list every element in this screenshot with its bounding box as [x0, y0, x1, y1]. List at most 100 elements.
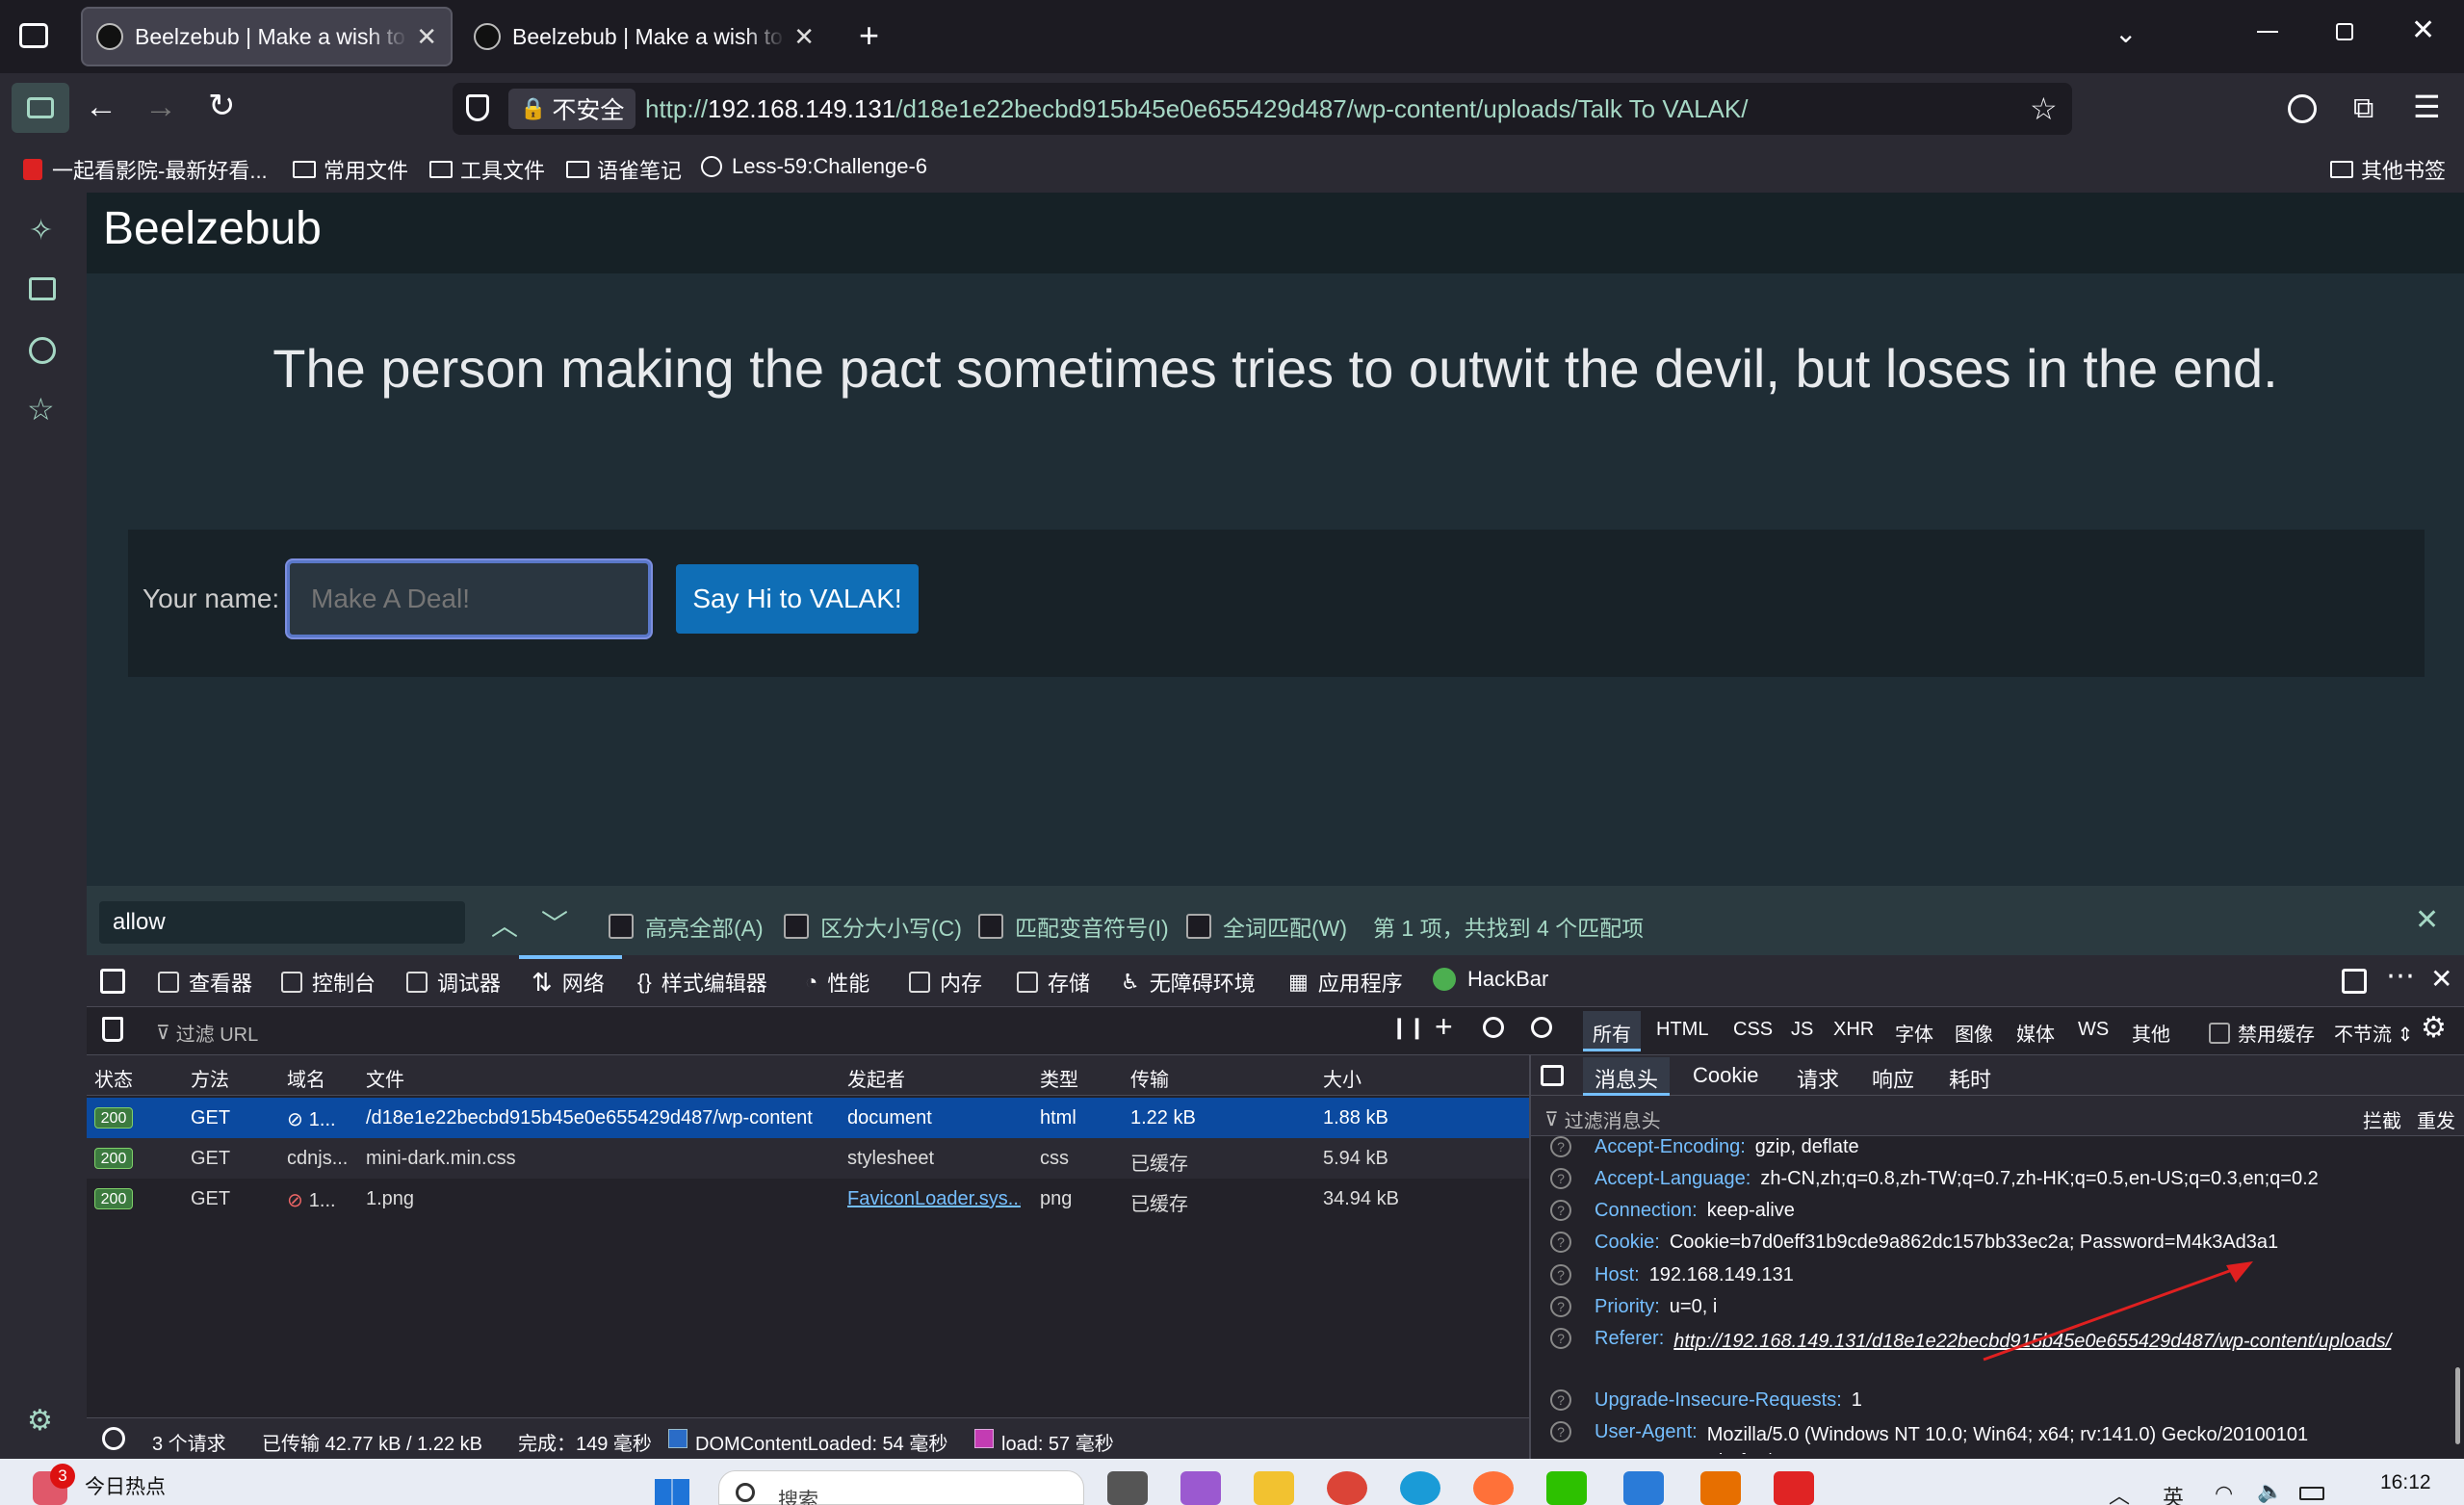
ime-indicator[interactable]: 英	[2163, 1481, 2184, 1505]
tab-close-icon[interactable]: ✕	[416, 22, 437, 52]
bookmark-item[interactable]: 一起看影院-最新好看...	[23, 154, 268, 185]
help-icon[interactable]: ?	[1550, 1389, 1571, 1411]
tray-chevron-icon[interactable]: ︿	[2109, 1479, 2130, 1505]
tab-performance[interactable]: ◔ 性能	[805, 967, 869, 998]
tab-timings[interactable]: 耗时	[1949, 1063, 1991, 1094]
account-icon[interactable]	[2288, 94, 2317, 123]
help-icon[interactable]: ?	[1550, 1296, 1571, 1317]
block-button[interactable]: 拦截	[2363, 1105, 2401, 1133]
bookmark-folder[interactable]: 语雀笔记	[566, 154, 682, 185]
help-icon[interactable]: ?	[1550, 1136, 1571, 1157]
tab-request[interactable]: 请求	[1797, 1063, 1839, 1094]
tracking-protection-icon[interactable]	[466, 94, 489, 121]
col-transfer[interactable]: 传输	[1130, 1064, 1169, 1092]
back-icon[interactable]: ←	[85, 89, 117, 126]
app-icon[interactable]	[1623, 1471, 1664, 1505]
add-icon[interactable]: +	[1435, 1009, 1453, 1045]
toggle-panel-icon[interactable]	[1541, 1065, 1564, 1086]
col-domain[interactable]: 域名	[287, 1064, 325, 1092]
clock-time[interactable]: 16:12	[2380, 1471, 2431, 1494]
file-explorer-icon[interactable]	[1254, 1471, 1294, 1505]
help-icon[interactable]: ?	[1550, 1264, 1571, 1285]
type-filter-media[interactable]: 媒体	[2016, 1019, 2055, 1047]
site-brand[interactable]: Beelzebub	[103, 202, 322, 255]
match-diacritics-checkbox[interactable]: 匹配变音符号(I)	[978, 910, 1169, 943]
bookmarks-icon[interactable]: ☆	[27, 391, 55, 428]
bookmark-folder[interactable]: 工具文件	[429, 154, 545, 185]
tab-inspector[interactable]: 查看器	[158, 967, 252, 998]
tab-network[interactable]: ⇅ 网络	[532, 967, 605, 998]
bookmark-folder[interactable]: 常用文件	[293, 154, 408, 185]
block-icon[interactable]	[1531, 1017, 1552, 1038]
match-case-checkbox[interactable]: 区分大小写(C)	[784, 910, 962, 943]
wechat-icon[interactable]	[1546, 1471, 1587, 1505]
col-size[interactable]: 大小	[1323, 1064, 1362, 1092]
disable-cache-checkbox[interactable]: 禁用缓存	[2209, 1019, 2315, 1047]
restore-button[interactable]	[2336, 23, 2353, 40]
tab-response[interactable]: 响应	[1872, 1063, 1914, 1094]
name-input[interactable]	[287, 560, 651, 637]
firefox-icon[interactable]	[1473, 1471, 1514, 1505]
row-initiator-link[interactable]: FaviconLoader.sys...	[847, 1188, 1021, 1210]
bookmark-star-icon[interactable]: ☆	[2030, 91, 2058, 127]
details-scrollbar[interactable]	[2455, 1367, 2460, 1444]
insecure-indicator[interactable]: 🔒 不安全	[508, 89, 635, 129]
table-row[interactable]: 200 GET cdnjs... mini-dark.min.css style…	[87, 1138, 1529, 1179]
wifi-icon[interactable]: ◠	[2215, 1481, 2233, 1505]
help-icon[interactable]: ?	[1550, 1232, 1571, 1253]
copilot-icon[interactable]	[1180, 1471, 1221, 1505]
filter-url-input[interactable]: ⊽ 过滤 URL	[156, 1019, 1311, 1047]
ai-chatbot-icon[interactable]: ✧	[29, 214, 53, 247]
url-text[interactable]: http://192.168.149.131/d18e1e22becbd915b…	[645, 94, 1748, 124]
help-icon[interactable]: ?	[1550, 1168, 1571, 1189]
tab-headers[interactable]: 消息头	[1595, 1063, 1658, 1094]
edge-icon[interactable]	[1400, 1471, 1440, 1505]
table-row[interactable]: 200 GET ⊘ 1... /d18e1e22becbd915b45e0e655…	[87, 1098, 1529, 1138]
chrome-icon[interactable]	[1327, 1471, 1367, 1505]
clear-trash-icon[interactable]	[102, 1017, 123, 1042]
find-close-icon[interactable]: ✕	[2415, 903, 2439, 937]
volume-icon[interactable]: 🔈	[2257, 1479, 2283, 1504]
search-icon[interactable]	[1483, 1017, 1504, 1038]
tab-hackbar[interactable]: HackBar	[1433, 967, 1548, 992]
extensions-icon[interactable]: ⧉	[2353, 92, 2373, 125]
tab-cookies[interactable]: Cookie	[1693, 1063, 1758, 1088]
synced-tabs-icon[interactable]	[29, 277, 56, 300]
tab-accessibility[interactable]: ♿ 无障碍环境	[1121, 967, 1256, 998]
start-button[interactable]	[655, 1479, 689, 1505]
col-file[interactable]: 文件	[366, 1064, 404, 1092]
help-icon[interactable]: ?	[1550, 1328, 1571, 1349]
tab-memory[interactable]: 内存	[909, 967, 982, 998]
pause-icon[interactable]: ❙❙	[1390, 1015, 1426, 1040]
tab-inactive[interactable]: Beelzebub | Make a wish to VALAK ✕	[460, 7, 828, 66]
history-icon[interactable]	[29, 337, 56, 364]
new-tab-button[interactable]: +	[859, 15, 879, 56]
type-filter-images[interactable]: 图像	[1955, 1019, 1993, 1047]
tab-debugger[interactable]: 调试器	[406, 967, 501, 998]
tab-close-icon[interactable]: ✕	[793, 22, 815, 52]
tab-application[interactable]: ▦ 应用程序	[1288, 967, 1403, 998]
find-input[interactable]: allow	[99, 901, 465, 944]
element-picker-icon[interactable]	[100, 969, 125, 994]
col-status[interactable]: 状态	[94, 1064, 133, 1092]
bookmark-item[interactable]: Less-59:Challenge-6	[701, 154, 927, 179]
wps-icon[interactable]	[1774, 1471, 1814, 1505]
find-previous-icon[interactable]: ︿	[491, 905, 518, 944]
type-filter-js[interactable]: JS	[1791, 1019, 1813, 1041]
tab-overview-icon[interactable]	[19, 23, 48, 48]
find-next-icon[interactable]: ﹀	[541, 903, 568, 942]
resend-button[interactable]: 重发	[2417, 1105, 2455, 1133]
col-type[interactable]: 类型	[1040, 1064, 1078, 1092]
col-method[interactable]: 方法	[191, 1064, 229, 1092]
tab-active[interactable]: Beelzebub | Make a wish to VALAK ✕	[81, 7, 453, 66]
reload-icon[interactable]: ↻	[208, 87, 236, 125]
help-icon[interactable]: ?	[1550, 1421, 1571, 1442]
menu-icon[interactable]: ☰	[2413, 89, 2441, 125]
battery-icon[interactable]	[2299, 1487, 2324, 1500]
table-row[interactable]: 200 GET ⊘ 1... 1.png FaviconLoader.sys...…	[87, 1179, 1529, 1219]
filter-headers-input[interactable]: ⊽ 过滤消息头	[1544, 1105, 1661, 1133]
throttle-select[interactable]: 不节流 ⇕	[2334, 1019, 2413, 1047]
type-filter-fonts[interactable]: 字体	[1895, 1019, 1933, 1047]
sidebar-toggle-button[interactable]	[12, 83, 69, 133]
type-filter-xhr[interactable]: XHR	[1833, 1019, 1874, 1041]
